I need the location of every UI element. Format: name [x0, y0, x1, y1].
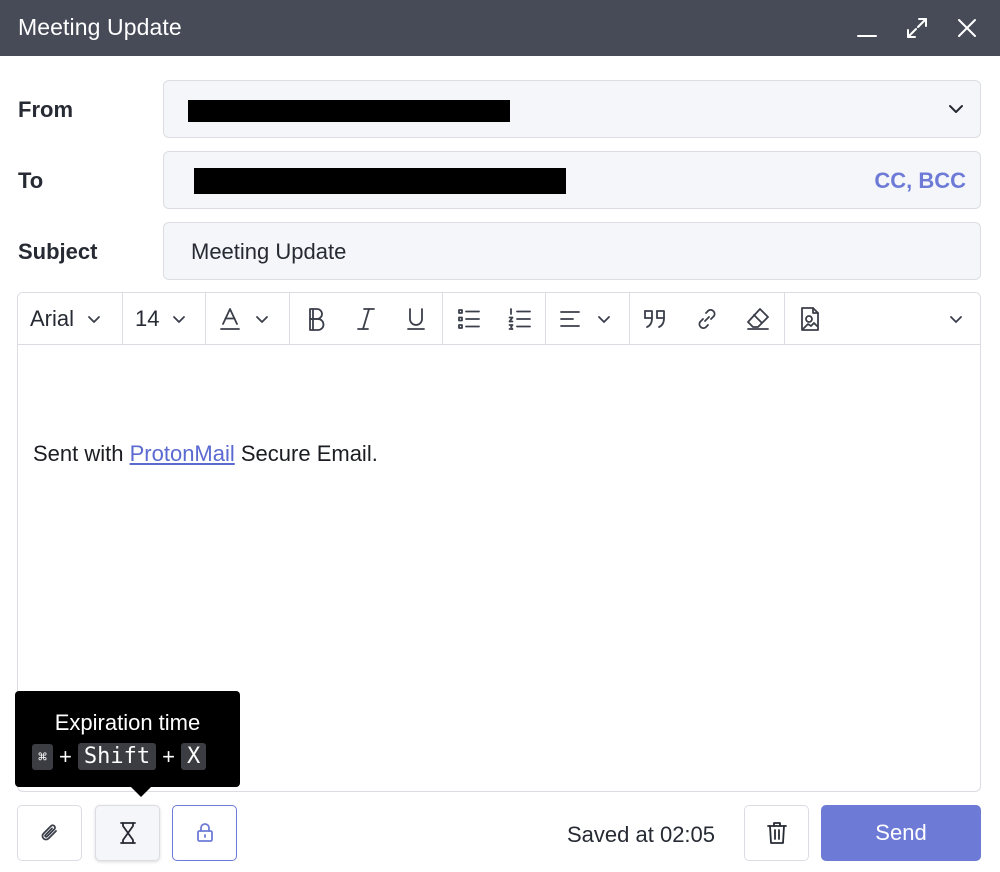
trash-icon — [766, 822, 787, 844]
link-button[interactable] — [693, 305, 721, 333]
italic-icon — [357, 308, 375, 330]
cmd-key: ⌘ — [32, 743, 54, 770]
expiration-tooltip: Expiration time ⌘ + Shift + X — [15, 691, 240, 797]
plus-sign: + — [59, 743, 72, 769]
maximize-button[interactable] — [899, 10, 935, 46]
redacted-sender — [188, 100, 510, 122]
insert-image-icon — [801, 307, 819, 331]
insert-image-button[interactable] — [796, 305, 824, 333]
tooltip-arrow — [130, 786, 152, 797]
redacted-recipient — [194, 168, 566, 194]
chevron-down-icon — [88, 316, 100, 323]
attach-button[interactable] — [17, 805, 82, 861]
chevron-down-icon — [598, 316, 610, 323]
numbered-list-button[interactable] — [506, 305, 534, 333]
formatting-toolbar: Arial 14 — [18, 293, 980, 345]
align-button[interactable] — [558, 305, 620, 333]
chevron-down-icon — [256, 316, 268, 323]
lock-icon — [196, 823, 213, 842]
window-titlebar: Meeting Update — [0, 0, 1000, 56]
cc-bcc-button[interactable]: CC, BCC — [874, 168, 966, 194]
clear-format-button[interactable] — [744, 305, 772, 333]
hourglass-icon — [119, 822, 136, 844]
send-button[interactable]: Send — [821, 805, 981, 861]
message-body[interactable]: Sent with ProtonMail Secure Email. — [33, 441, 378, 467]
protonmail-link[interactable]: ProtonMail — [130, 441, 235, 466]
expiration-button[interactable] — [95, 805, 160, 861]
to-field[interactable]: CC, BCC — [163, 151, 981, 209]
maximize-icon — [907, 18, 927, 38]
close-button[interactable] — [949, 10, 985, 46]
more-icon — [950, 316, 962, 323]
saved-status: Saved at 02:05 — [567, 822, 716, 847]
subject-input[interactable]: Meeting Update — [163, 222, 981, 280]
from-label: From — [18, 97, 73, 122]
font-family-select[interactable]: Arial — [30, 305, 110, 333]
chevron-down-icon — [949, 105, 963, 113]
more-options-button[interactable] — [944, 305, 968, 333]
delete-draft-button[interactable] — [744, 805, 809, 861]
chevron-down-icon — [173, 316, 186, 323]
shift-key: Shift — [77, 743, 157, 770]
paperclip-icon — [41, 824, 57, 841]
align-icon — [560, 311, 580, 327]
underline-icon — [407, 308, 425, 330]
quote-icon — [644, 310, 665, 328]
font-size-value: 14 — [135, 306, 160, 331]
subject-label: Subject — [18, 239, 98, 264]
font-size-select[interactable]: 14 — [135, 305, 195, 333]
bullet-list-button[interactable] — [455, 305, 483, 333]
link-icon — [698, 309, 716, 329]
window-title: Meeting Update — [18, 14, 182, 40]
font-family-value: Arial — [30, 306, 75, 331]
minimize-icon — [857, 35, 877, 37]
clear-format-icon — [747, 308, 769, 330]
minimize-button[interactable] — [849, 10, 885, 46]
text-color-icon — [220, 308, 240, 330]
plus-sign: + — [162, 743, 175, 769]
bullet-list-icon — [458, 309, 480, 329]
italic-button[interactable] — [352, 305, 380, 333]
to-label: To — [18, 168, 44, 193]
subject-value: Meeting Update — [191, 239, 347, 264]
quote-button[interactable] — [642, 305, 670, 333]
text-color-button[interactable] — [218, 305, 280, 333]
numbered-list-icon — [508, 308, 531, 330]
signature-prefix: Sent with — [33, 441, 130, 466]
signature-suffix: Secure Email. — [234, 441, 378, 466]
from-select[interactable] — [163, 80, 981, 138]
shortcut-keys: ⌘ + Shift + X — [32, 743, 207, 770]
underline-button[interactable] — [402, 305, 430, 333]
bold-icon — [309, 308, 325, 331]
bold-button[interactable] — [302, 305, 330, 333]
tooltip-title: Expiration time — [54, 710, 201, 735]
x-key: X — [180, 743, 207, 770]
close-icon — [958, 19, 976, 37]
encryption-button[interactable] — [172, 805, 237, 861]
